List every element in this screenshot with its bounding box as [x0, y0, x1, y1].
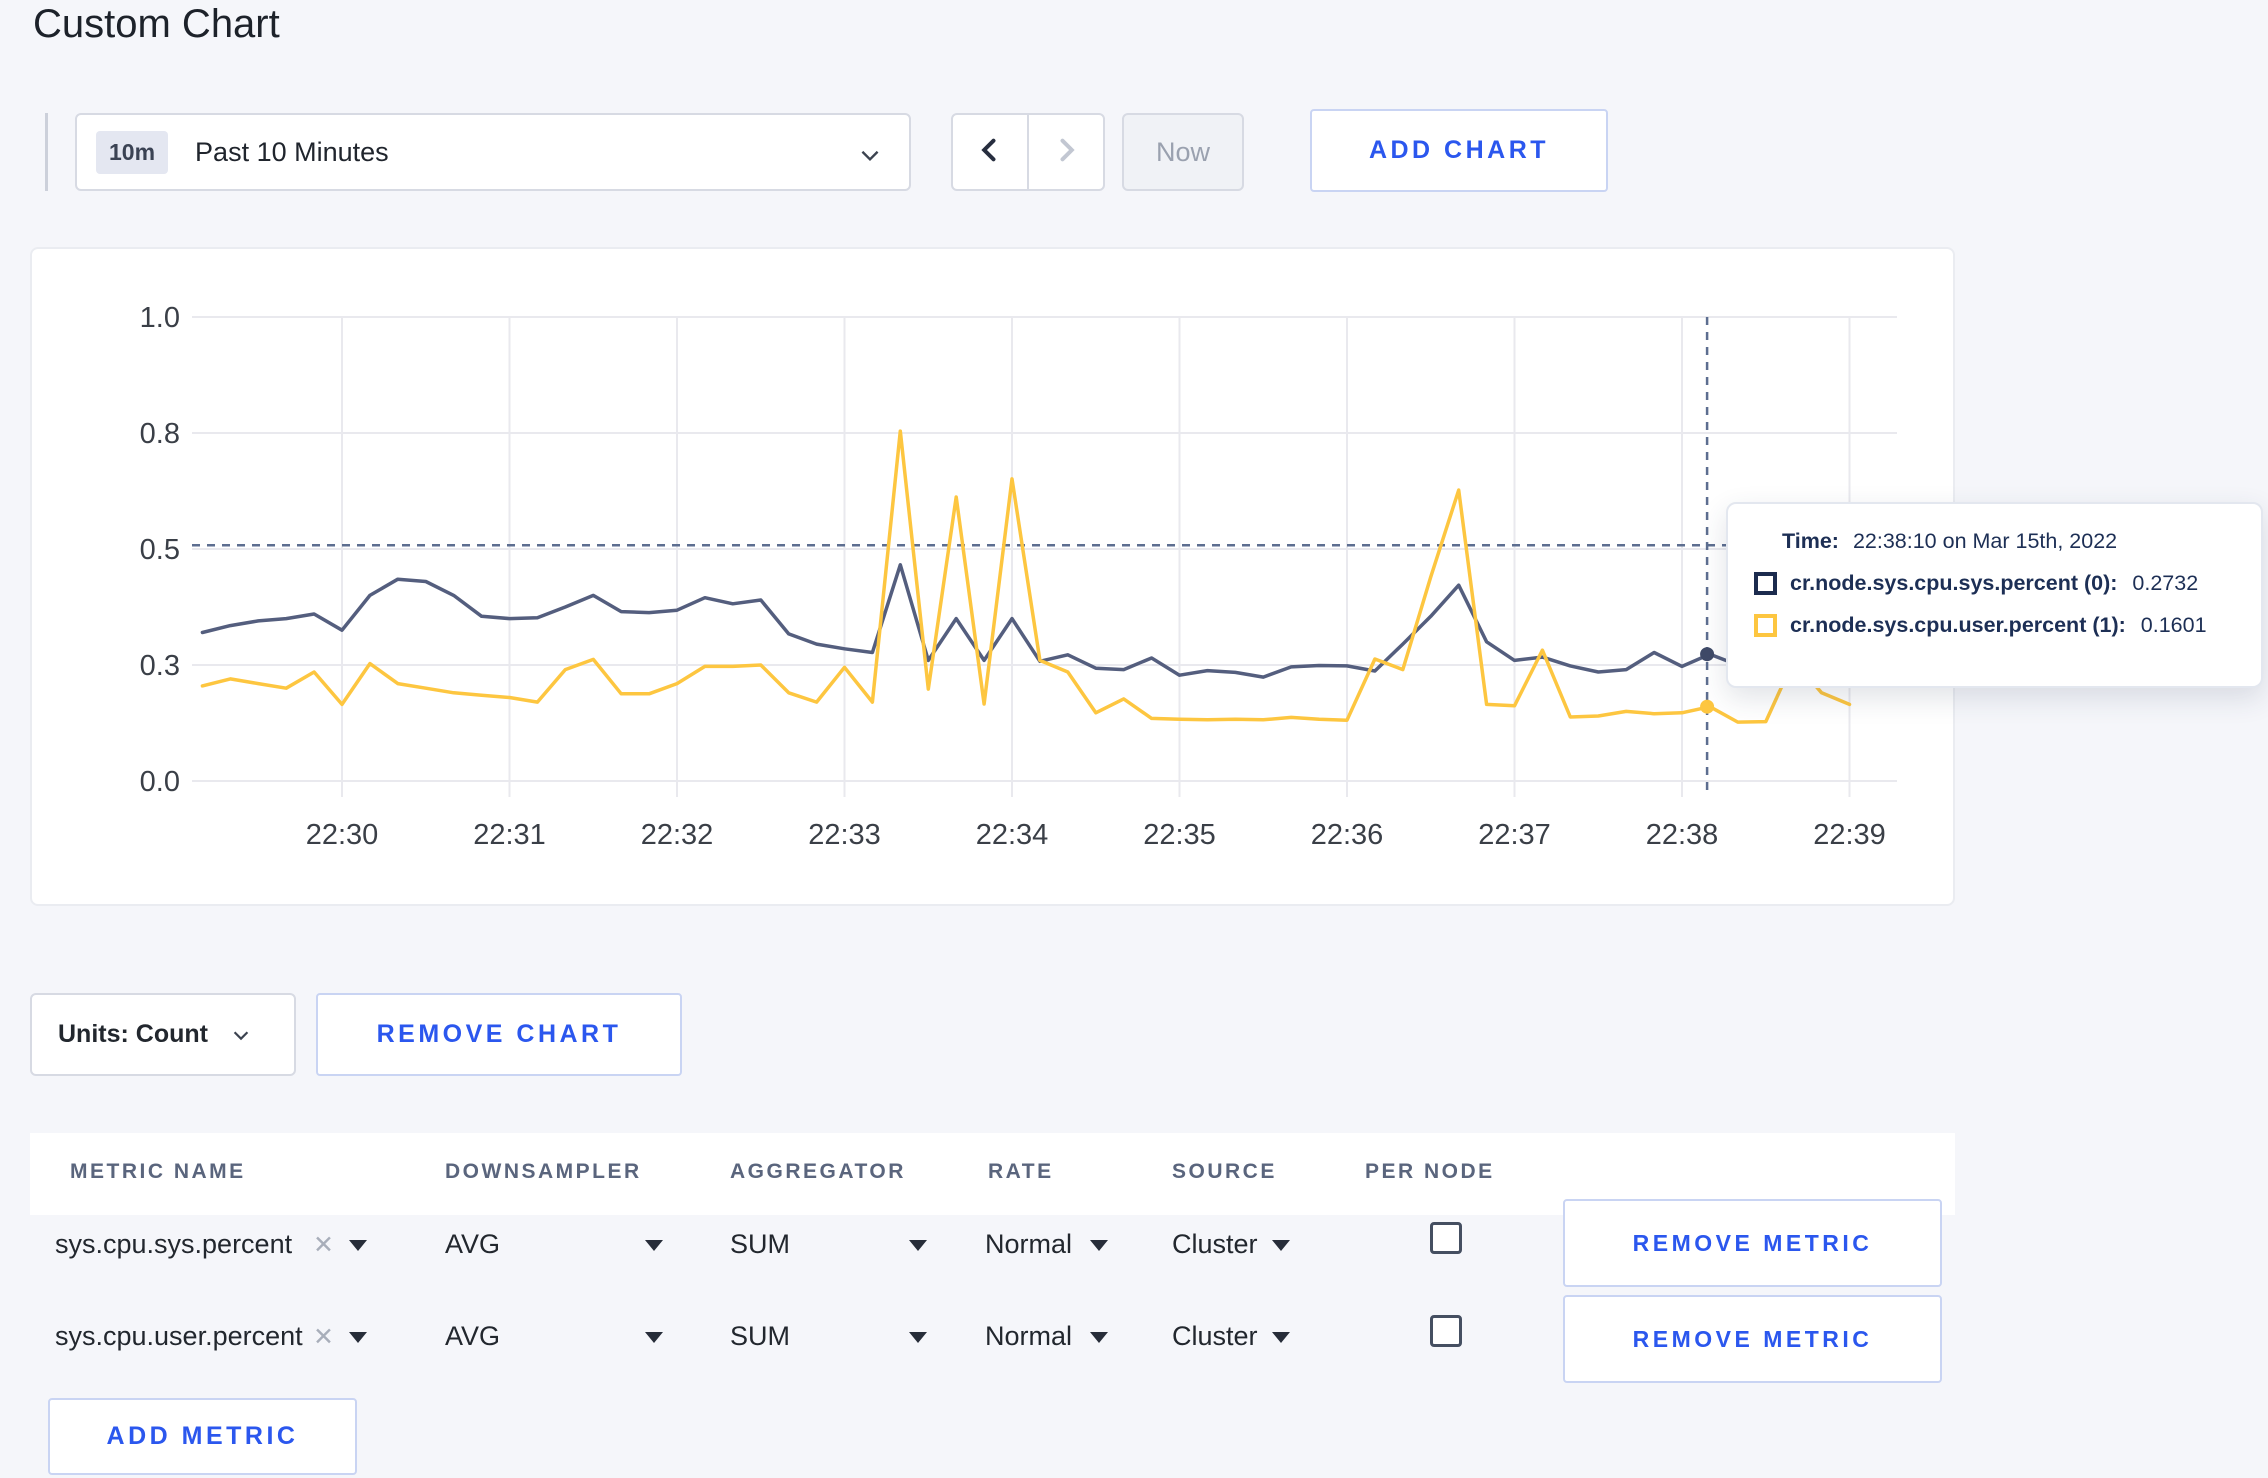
tooltip-time-value: 22:38:10 on Mar 15th, 2022: [1852, 529, 2118, 553]
svg-text:0.0: 0.0: [140, 766, 180, 798]
caret-down-icon[interactable]: [1272, 1332, 1290, 1343]
chevron-down-icon: [233, 1030, 249, 1040]
svg-text:0.5: 0.5: [140, 534, 180, 566]
column-header-metric-name: METRIC NAME: [70, 1160, 246, 1183]
clear-metric-x-icon[interactable]: ✕: [313, 1322, 334, 1352]
remove-metric-button[interactable]: REMOVE METRIC: [1563, 1199, 1942, 1287]
tooltip-series-label: cr.node.sys.cpu.sys.percent (0):: [1790, 571, 2118, 595]
source-select[interactable]: Cluster: [1172, 1229, 1258, 1260]
svg-text:22:31: 22:31: [473, 819, 546, 851]
remove-chart-button[interactable]: REMOVE CHART: [316, 993, 682, 1076]
svg-text:22:34: 22:34: [976, 819, 1049, 851]
rate-select[interactable]: Normal: [985, 1321, 1072, 1352]
downsampler-select[interactable]: AVG: [445, 1229, 500, 1260]
metric-name-value[interactable]: sys.cpu.user.percent: [55, 1321, 303, 1352]
caret-down-icon[interactable]: [1090, 1240, 1108, 1251]
now-button[interactable]: Now: [1122, 113, 1244, 191]
time-step-group: [951, 113, 1105, 191]
caret-down-icon[interactable]: [909, 1240, 927, 1251]
chart-tooltip: Time: 22:38:10 on Mar 15th, 2022 cr.node.…: [1726, 502, 2263, 688]
source-select[interactable]: Cluster: [1172, 1321, 1258, 1352]
tooltip-time-row: Time: 22:38:10 on Mar 15th, 2022: [1782, 529, 2261, 554]
svg-text:22:38: 22:38: [1646, 819, 1719, 851]
rate-select[interactable]: Normal: [985, 1229, 1072, 1260]
svg-text:0.3: 0.3: [140, 650, 180, 682]
metric-name-value[interactable]: sys.cpu.sys.percent: [55, 1229, 292, 1260]
svg-text:0.8: 0.8: [140, 418, 180, 450]
column-header-aggregator: AGGREGATOR: [730, 1160, 906, 1183]
svg-text:22:39: 22:39: [1813, 819, 1886, 851]
units-select[interactable]: Units: Count: [30, 993, 296, 1076]
caret-down-icon[interactable]: [645, 1332, 663, 1343]
svg-text:22:33: 22:33: [808, 819, 881, 851]
tooltip-series-label: cr.node.sys.cpu.user.percent (1):: [1790, 613, 2126, 637]
caret-down-icon[interactable]: [1272, 1240, 1290, 1251]
chevron-down-icon: [857, 142, 883, 173]
time-range-badge: 10m: [96, 130, 169, 174]
tooltip-series-row: cr.node.sys.cpu.user.percent (1): 0.1601: [1754, 613, 2261, 638]
add-metric-button[interactable]: ADD METRIC: [48, 1398, 357, 1475]
caret-down-icon[interactable]: [1090, 1332, 1108, 1343]
column-header-per-node: PER NODE: [1365, 1160, 1495, 1183]
page-title: Custom Chart: [33, 2, 280, 46]
tooltip-series-value: 0.1601: [2140, 613, 2207, 637]
per-node-checkbox[interactable]: [1430, 1222, 1462, 1254]
column-header-rate: RATE: [988, 1160, 1054, 1183]
remove-metric-button[interactable]: REMOVE METRIC: [1563, 1295, 1942, 1383]
chart-card: 22:30 22:31 22:32 22:33 22:34 22:35 22:36 22:37…: [30, 247, 1955, 906]
column-header-downsampler: DOWNSAMPLER: [445, 1160, 642, 1183]
caret-down-icon[interactable]: [909, 1332, 927, 1343]
caret-down-icon[interactable]: [349, 1240, 367, 1251]
svg-text:22:37: 22:37: [1478, 819, 1551, 851]
time-range-select[interactable]: 10m Past 10 Minutes: [75, 113, 911, 191]
column-header-source: SOURCE: [1172, 1160, 1277, 1183]
toolbar-divider: [45, 113, 48, 191]
downsampler-select[interactable]: AVG: [445, 1321, 500, 1352]
prev-interval-button[interactable]: [953, 115, 1027, 189]
tooltip-series-row: cr.node.sys.cpu.sys.percent (0): 0.2732: [1754, 571, 2261, 596]
user-series-swatch-icon: [1754, 614, 1777, 637]
caret-down-icon[interactable]: [645, 1240, 663, 1251]
custom-chart[interactable]: 22:30 22:31 22:32 22:33 22:34 22:35 22:36 22:37…: [32, 249, 1953, 904]
svg-text:1.0: 1.0: [140, 302, 180, 334]
chevron-left-icon: [976, 136, 1004, 169]
svg-text:22:35: 22:35: [1143, 819, 1216, 851]
svg-text:22:36: 22:36: [1311, 819, 1384, 851]
chevron-right-icon: [1052, 136, 1080, 169]
svg-text:22:32: 22:32: [641, 819, 714, 851]
add-chart-button[interactable]: ADD CHART: [1310, 109, 1608, 192]
next-interval-button[interactable]: [1027, 115, 1103, 189]
aggregator-select[interactable]: SUM: [730, 1229, 790, 1260]
tooltip-series-value: 0.2732: [2132, 571, 2199, 595]
tooltip-time-label: Time:: [1782, 529, 1839, 553]
caret-down-icon[interactable]: [349, 1332, 367, 1343]
sys-series-swatch-icon: [1754, 572, 1777, 595]
svg-text:22:30: 22:30: [306, 819, 379, 851]
clear-metric-x-icon[interactable]: ✕: [313, 1230, 334, 1260]
per-node-checkbox[interactable]: [1430, 1315, 1462, 1347]
aggregator-select[interactable]: SUM: [730, 1321, 790, 1352]
time-range-label: Past 10 Minutes: [195, 136, 389, 167]
